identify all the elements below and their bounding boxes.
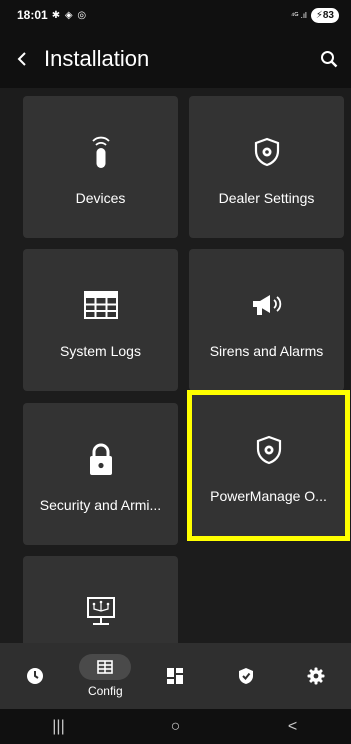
- home-button[interactable]: ○: [136, 718, 216, 736]
- remote-icon: [89, 136, 113, 168]
- battery-level: 83: [322, 9, 334, 21]
- bottom-nav: Config: [0, 643, 351, 709]
- app-bar: Installation: [0, 30, 351, 88]
- lock-icon: [88, 443, 114, 475]
- gear-icon: [307, 667, 325, 685]
- system-back-button[interactable]: <: [253, 718, 333, 736]
- clock-icon: [27, 668, 44, 684]
- tile-sirens-and-alarms[interactable]: Sirens and Alarms: [189, 249, 344, 391]
- tile-network[interactable]: [23, 556, 178, 643]
- tile-label: System Logs: [60, 343, 141, 359]
- table-icon: [83, 289, 118, 321]
- tile-dealer-settings[interactable]: Dealer Settings: [189, 96, 344, 238]
- shield-gear-icon: [254, 136, 280, 168]
- tile-label: Sirens and Alarms: [209, 343, 324, 359]
- tile-label: Security and Armi...: [39, 497, 162, 513]
- nav-label-config: Config: [87, 684, 123, 698]
- recents-button[interactable]: |||: [19, 718, 99, 736]
- battery-icon: ⚡ 83: [310, 7, 339, 23]
- dashboard-icon: [167, 668, 184, 684]
- notification-icons: ✱ ◈ ◎: [51, 9, 88, 21]
- installation-grid: Devices Dealer Settings System Logs Sire…: [0, 88, 351, 643]
- tile-devices[interactable]: Devices: [23, 96, 178, 238]
- selection-highlight: [187, 390, 350, 541]
- nav-config[interactable]: Config: [75, 643, 135, 709]
- status-time: 18:01: [17, 8, 48, 22]
- nav-dashboard[interactable]: [145, 643, 205, 709]
- page-title: Installation: [44, 46, 150, 71]
- megaphone-icon: [250, 289, 284, 321]
- tile-label: Devices: [75, 190, 126, 206]
- status-left: 18:01 ✱ ◈ ◎: [17, 8, 87, 22]
- back-button[interactable]: [0, 30, 44, 88]
- system-nav-bar: ||| ○ <: [0, 709, 351, 744]
- nav-active-pill: [79, 654, 132, 680]
- search-icon: [321, 51, 338, 68]
- shield-check-icon: [238, 668, 253, 684]
- tile-label: Dealer Settings: [218, 190, 315, 206]
- signal-icon: ⁴ᴳ .ıl: [290, 10, 307, 20]
- tile-security-and-arming[interactable]: Security and Armi...: [23, 403, 178, 545]
- config-icon: [97, 660, 114, 674]
- nav-history[interactable]: [5, 643, 65, 709]
- nav-settings[interactable]: [286, 643, 346, 709]
- status-bar: 18:01 ✱ ◈ ◎ ⁴ᴳ .ıl ⚡ 83: [0, 0, 351, 30]
- search-button[interactable]: [307, 30, 351, 88]
- tile-system-logs[interactable]: System Logs: [23, 249, 178, 391]
- chevron-left-icon: [17, 52, 26, 66]
- monitor-network-icon: [85, 596, 117, 628]
- nav-security[interactable]: [216, 643, 276, 709]
- status-right: ⁴ᴳ .ıl ⚡ 83: [290, 7, 339, 23]
